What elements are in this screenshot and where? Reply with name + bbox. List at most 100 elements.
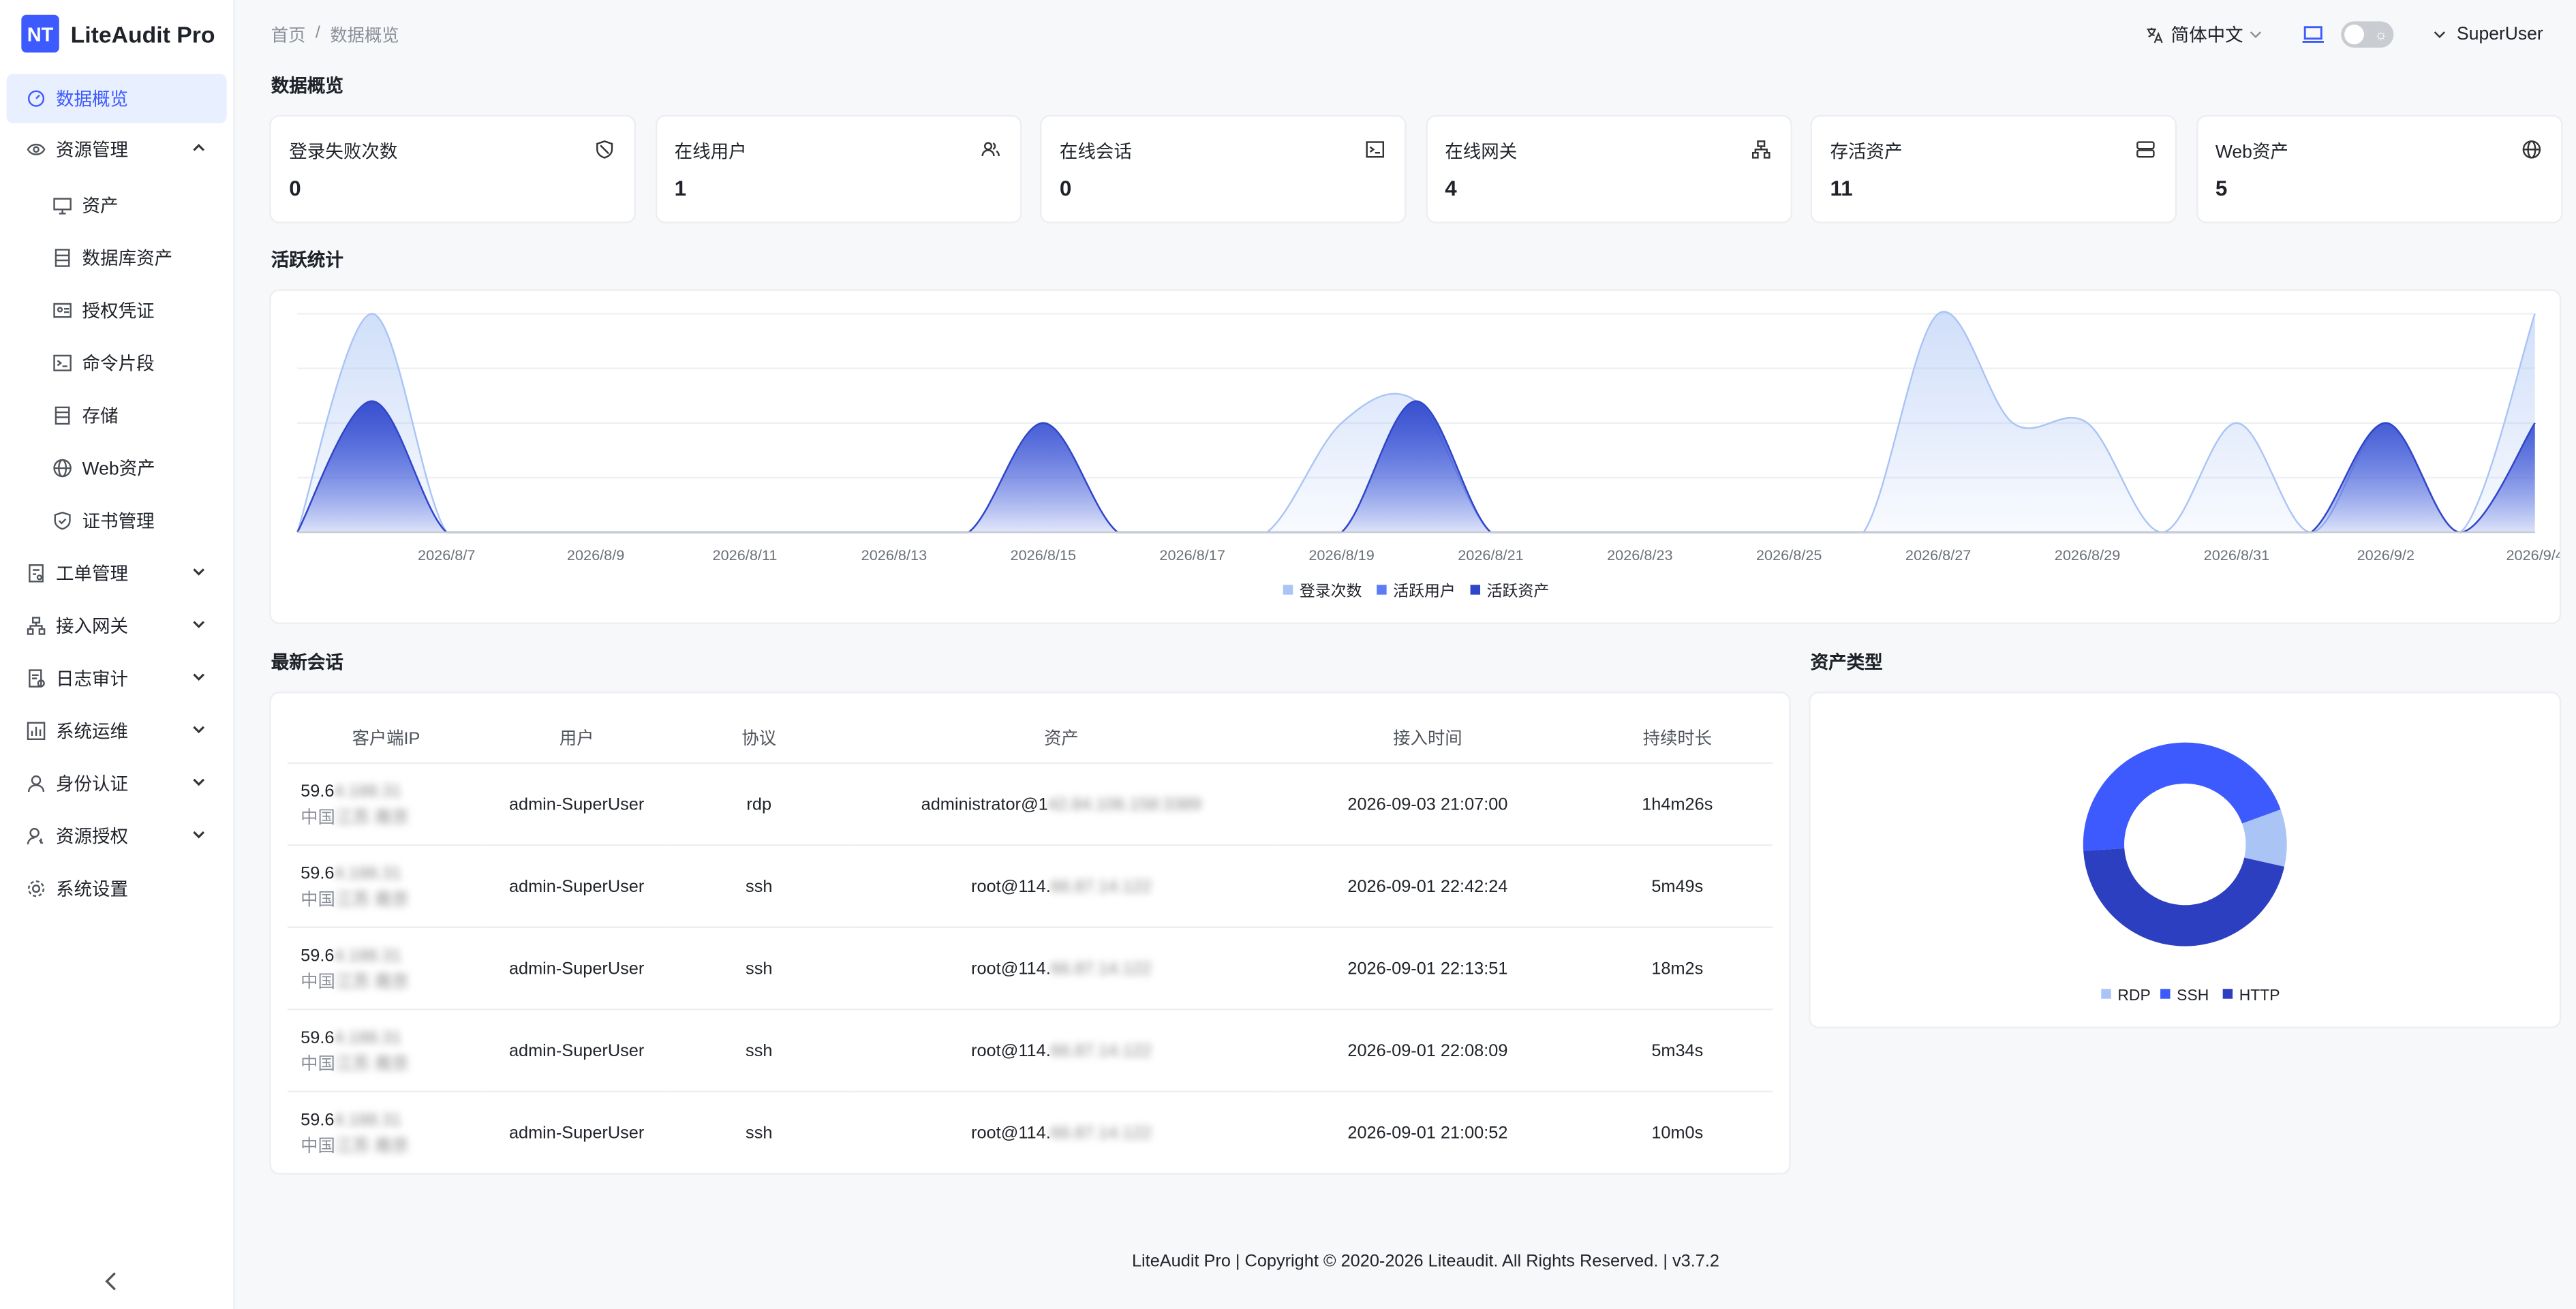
legend-label[interactable]: 活跃用户 [1393,582,1456,600]
language-selector[interactable]: 简体中文 [2146,21,2263,48]
sidebar-item-label: 授权凭证 [82,302,155,322]
stat-card[interactable]: 存活资产 11 [1810,114,2177,224]
logo-badge: NT [21,14,59,53]
client-ip: 59.6 [301,945,335,966]
client-geo-masked: 江苏 南京 [335,1053,410,1074]
chevron-down-icon [193,778,205,786]
sidebar-item-12[interactable]: 系统运维 [0,705,233,757]
legend-label[interactable]: HTTP [2239,986,2280,1004]
sidebar-item-4[interactable]: 授权凭证 [0,284,233,337]
client-ip-masked: 4.188.31 [334,863,401,883]
sidebar-item-11[interactable]: 日志审计 [0,652,233,705]
sidebar-item-8[interactable]: 证书管理 [0,495,233,547]
activity-title: 活跃统计 [271,251,343,271]
x-tick-label: 2026/8/29 [2055,546,2120,564]
table-row[interactable]: 59.64.188.31 中国江苏 南京 admin-SuperUser ssh roo… [287,1091,1773,1175]
stat-value: 4 [1445,175,1457,201]
asset-masked: 66.87.14.122 [1050,876,1152,897]
chevron-down-icon [193,673,205,681]
client-ip-cell: 59.64.188.31 中国江苏 南京 [287,763,485,846]
stat-card[interactable]: 在线网关 4 [1425,114,1792,224]
app-name: LiteAudit Pro [70,20,215,47]
x-tick-label: 2026/8/7 [418,546,475,564]
chevron-down-icon [193,831,205,839]
client-geo: 中国 [301,1053,335,1074]
sun-icon: ☼ [2374,26,2388,43]
legend-label[interactable]: RDP [2117,986,2150,1004]
stat-value: 0 [1059,175,1072,201]
protocol-cell: rdp [669,763,850,846]
x-tick-label: 2026/8/19 [1308,546,1374,564]
collapse-sidebar-icon[interactable] [102,1269,121,1293]
protocol-cell: ssh [669,927,850,1011]
stat-card[interactable]: 在线会话 0 [1039,114,1407,224]
client-geo-masked: 江苏 南京 [335,889,410,910]
sidebar-item-6[interactable]: 存储 [0,389,233,442]
table-row[interactable]: 59.64.188.31 中国江苏 南京 admin-SuperUser ssh roo… [287,1009,1773,1093]
user-cell: admin-SuperUser [485,763,669,846]
stat-card[interactable]: 在线用户 1 [654,114,1022,224]
theme-toggle[interactable]: ☼ [2342,21,2395,48]
sidebar-item-5[interactable]: 命令片段 [0,337,233,389]
sidebar-item-14[interactable]: 资源授权 [0,810,233,862]
sidebar-item-3[interactable]: 数据库资产 [0,232,233,284]
x-tick-label: 2026/8/25 [1756,546,1822,564]
sidebar-item-label: 存储 [82,407,119,427]
table-row[interactable]: 59.64.188.31 中国江苏 南京 admin-SuperUser ssh roo… [287,927,1773,1011]
stat-label: 在线用户 [674,142,747,163]
column-header: 协议 [669,713,850,764]
legend-label[interactable]: 登录次数 [1300,582,1362,600]
database-icon [52,248,72,268]
terminal-icon [1365,138,1385,158]
sidebar-item-10[interactable]: 接入网关 [0,600,233,652]
sidebar-item-7[interactable]: Web资产 [0,442,233,494]
sidebar-item-label: 系统运维 [55,722,129,743]
legend-label[interactable]: 活跃资产 [1487,582,1550,600]
footer: LiteAudit Pro | Copyright © 2020-2026 Li… [1131,1251,1719,1272]
user-key-icon [27,827,46,846]
stat-value: 0 [289,175,301,201]
stat-card[interactable]: 登录失败次数 0 [269,114,636,224]
overview-title: 数据概览 [271,77,343,97]
stat-label: 在线会话 [1059,142,1132,163]
dashboard-icon [27,89,46,108]
table-row[interactable]: 59.64.188.31 中国江苏 南京 admin-SuperUser rdp adm… [287,763,1773,846]
sidebar-item-15[interactable]: 系统设置 [0,863,233,915]
sidebar-item-1[interactable]: 资源管理 [0,123,233,176]
asset-cell: root@114.66.87.14.122 [849,845,1274,929]
sidebar-nav: 数据概览 资源管理 资产 数据库资产授权凭证命令片段存储 Web资产 证书管理 工单管理 接入… [0,74,233,914]
asset-types-card: RDP SSH HTTP [1809,691,2562,1029]
user-cell: admin-SuperUser [485,927,669,1011]
sidebar-item-13[interactable]: 身份认证 [0,757,233,810]
x-tick-label: 2026/9/4 [2506,546,2559,564]
protocol-cell: ssh [669,1009,850,1093]
laptop-icon[interactable] [2302,25,2325,44]
monitor-icon [52,196,72,215]
sidebar: NT LiteAudit Pro 数据概览 资源管理 资产 数据库资产授权凭证命令片段… [0,0,235,1309]
sidebar-item-2[interactable]: 资产 [0,179,233,232]
user-chevron-icon [2434,31,2446,38]
user-cell: admin-SuperUser [485,1091,669,1175]
client-ip: 59.6 [301,781,335,801]
access-time-cell: 2026-09-01 22:13:51 [1273,927,1582,1011]
x-tick-label: 2026/8/27 [1905,546,1971,564]
client-geo: 中国 [301,889,335,910]
sidebar-item-0[interactable]: 数据概览 [6,74,227,123]
breadcrumb-home[interactable]: 首页 [271,23,306,48]
protocol-cell: ssh [669,845,850,929]
client-ip-masked: 4.188.31 [334,1027,401,1047]
sidebar-item-9[interactable]: 工单管理 [0,547,233,600]
donut-slice-http[interactable] [2083,848,2285,946]
table-row[interactable]: 59.64.188.31 中国江苏 南京 admin-SuperUser ssh roo… [287,845,1773,929]
legend-label[interactable]: SSH [2177,986,2209,1004]
asset-cell: root@114.66.87.14.122 [849,1009,1274,1093]
language-label: 简体中文 [2171,26,2243,46]
client-geo-masked: 江苏 南京 [335,971,410,991]
app-logo[interactable]: NT LiteAudit Pro [21,14,215,53]
id-card-icon [52,301,72,320]
client-ip-cell: 59.64.188.31 中国江苏 南京 [287,845,485,929]
gateway-icon [27,616,46,636]
client-ip-masked: 4.188.31 [334,781,401,801]
user-menu[interactable]: SuperUser [2434,25,2543,44]
stat-card[interactable]: Web资产 5 [2195,114,2562,224]
